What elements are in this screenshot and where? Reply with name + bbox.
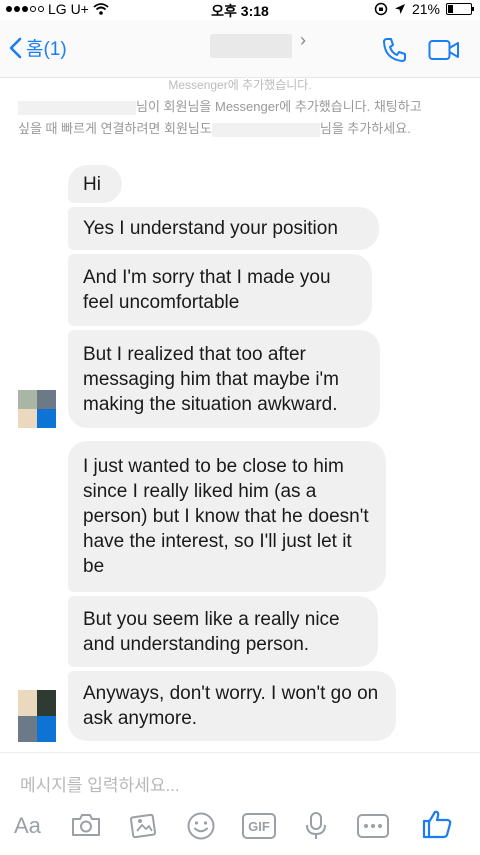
system-notice-line-2-start: 싶을 때 빠르게 연결하려면 회원님도: [18, 121, 212, 136]
message-bubble[interactable]: Hi: [68, 165, 122, 203]
status-right: 21%: [374, 1, 474, 17]
message-bubble[interactable]: But I realized that too after messaging …: [68, 330, 380, 428]
message-text: Yes I understand your position: [83, 218, 338, 239]
avatar[interactable]: [18, 390, 56, 428]
system-notice-line-2-end: 님을 추가하세요.: [319, 121, 411, 136]
message-text: But I realized that too after messaging …: [83, 343, 340, 415]
message-bubble[interactable]: Yes I understand your position: [68, 207, 379, 250]
location-arrow-icon: [394, 4, 405, 14]
gif-icon[interactable]: GIF: [242, 813, 276, 839]
system-notice-line-2: 싶을 때 빠르게 연결하려면 회원님도 님을 추가하세요.: [18, 118, 468, 140]
video-call-icon[interactable]: [428, 38, 460, 62]
redacted-name: [18, 100, 136, 115]
chevron-left-icon: [9, 37, 22, 58]
message-input[interactable]: 메시지를 입력하세요...: [20, 771, 180, 796]
microphone-icon[interactable]: [304, 811, 328, 841]
photo-gallery-icon[interactable]: [128, 811, 160, 839]
back-button[interactable]: 홈(1): [8, 34, 67, 61]
text-style-icon[interactable]: Aa: [14, 813, 41, 839]
back-label: 홈(1): [26, 39, 67, 60]
composer-toolbar: Aa GIF: [0, 807, 480, 847]
message-bubble[interactable]: Anyways, don't worry. I won't go on ask …: [68, 671, 396, 741]
message-bubble[interactable]: But you seem like a really nice and unde…: [68, 596, 378, 667]
system-notice-line-1: 님이 회원님을 Messenger에 추가했습니다. 채팅하고: [18, 96, 468, 118]
composer: 메시지를 입력하세요... Aa GIF: [0, 752, 480, 855]
avatar[interactable]: [18, 690, 56, 742]
message-text: And I'm sorry that I made you feel uncom…: [83, 267, 331, 313]
message-text: Hi: [83, 173, 101, 195]
battery-icon: [446, 3, 474, 15]
rotation-lock-icon: [374, 2, 388, 16]
system-notice-faded: Messenger에 추가했습니다.: [0, 76, 480, 93]
contact-name-redacted[interactable]: [210, 34, 292, 58]
battery-percent: 21%: [411, 1, 440, 17]
thumbs-up-icon[interactable]: [420, 807, 454, 841]
gif-label: GIF: [248, 818, 270, 834]
emoji-icon[interactable]: [186, 811, 216, 841]
message-text: But you seem like a really nice and unde…: [83, 608, 340, 655]
chevron-right-icon[interactable]: ›: [300, 30, 306, 51]
message-text: Anyways, don't worry. I won't go on ask …: [83, 683, 379, 729]
message-text: I just wanted to be close to him since I…: [83, 456, 369, 577]
system-notice: 님이 회원님을 Messenger에 추가했습니다. 채팅하고 싶을 때 빠르게…: [18, 96, 468, 140]
redacted-name: [211, 122, 320, 137]
status-bar: LG U+ 오후 3:18 21%: [0, 0, 480, 20]
battery-level-fill: [448, 5, 453, 13]
more-icon[interactable]: [356, 813, 390, 839]
message-bubble[interactable]: And I'm sorry that I made you feel uncom…: [68, 254, 372, 326]
system-notice-line-1-text: 님이 회원님을 Messenger에 추가했습니다. 채팅하고: [136, 99, 422, 114]
conversation-header: 홈(1) ›: [0, 20, 480, 78]
system-notice-faded-text: Messenger에 추가했습니다.: [168, 78, 312, 92]
message-bubble[interactable]: I just wanted to be close to him since I…: [68, 441, 386, 592]
phone-call-icon[interactable]: [380, 36, 408, 64]
camera-icon[interactable]: [70, 811, 102, 839]
